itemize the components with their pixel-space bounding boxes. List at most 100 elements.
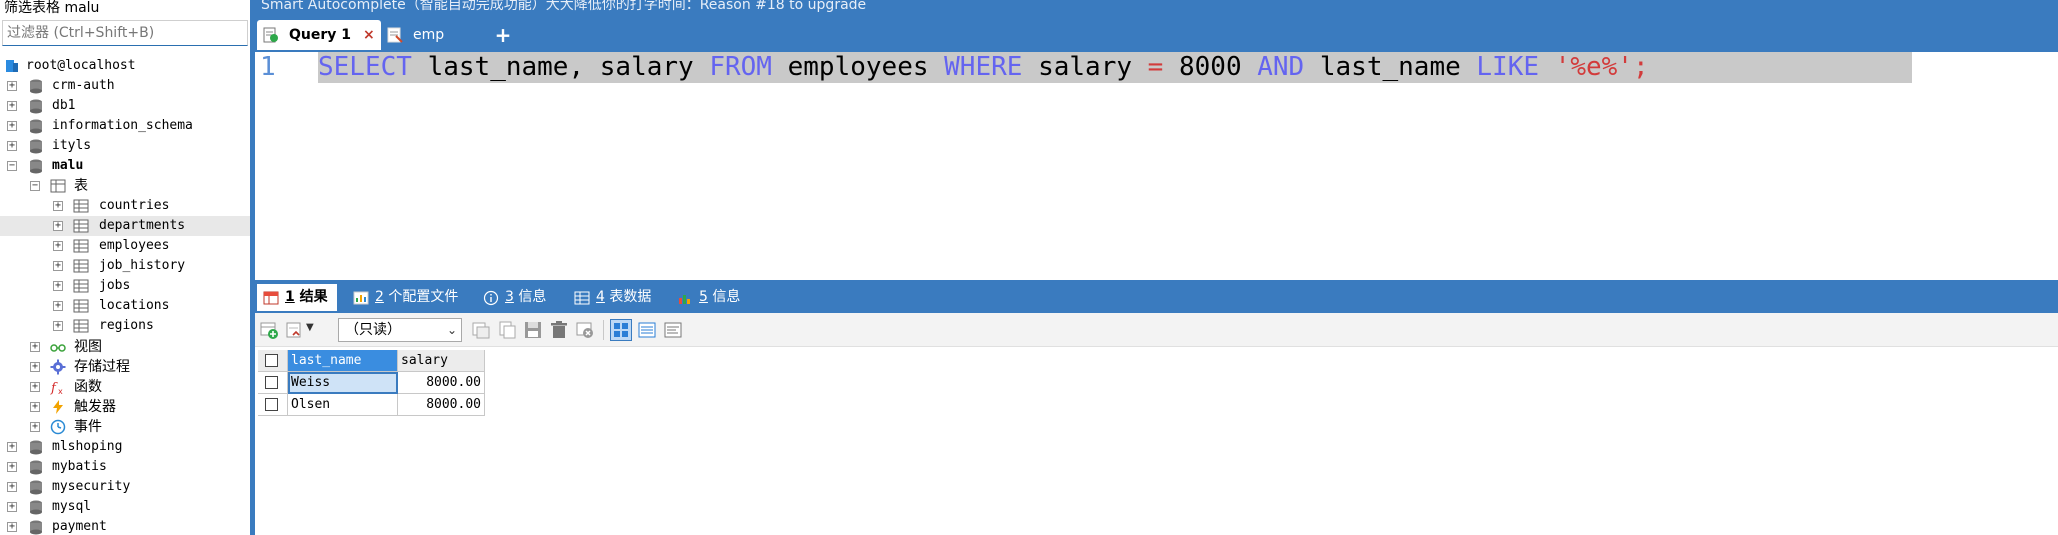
sql-space: [1539, 52, 1555, 82]
save-icon[interactable]: [523, 320, 543, 340]
select-all-checkbox[interactable]: [258, 350, 288, 372]
expand-icon[interactable]: +: [7, 462, 17, 472]
table-node-regions[interactable]: + regions: [0, 316, 250, 336]
add-tab-button[interactable]: +: [488, 20, 518, 50]
table-icon: [574, 291, 590, 305]
expand-icon[interactable]: +: [7, 141, 17, 151]
database-icon: [30, 500, 42, 515]
db-node-malu[interactable]: − malu: [0, 156, 250, 176]
db-node-payment[interactable]: + payment: [0, 517, 250, 535]
expand-icon[interactable]: +: [7, 121, 17, 131]
tab-label: emp: [413, 27, 445, 43]
table-icon: [73, 239, 89, 253]
db-node-mybatis[interactable]: + mybatis: [0, 457, 250, 477]
text-view-icon[interactable]: [663, 320, 683, 340]
form-view-icon[interactable]: [637, 320, 657, 340]
procedures-folder[interactable]: + 存储过程: [0, 357, 250, 377]
db-node-db1[interactable]: + db1: [0, 96, 250, 116]
duplicate-icon[interactable]: [497, 320, 517, 340]
tab-table-data[interactable]: 4 表数据: [568, 284, 668, 311]
filter-input[interactable]: 过滤器 (Ctrl+Shift+B): [2, 20, 248, 46]
grid-view-icon[interactable]: [610, 319, 632, 341]
table-cell[interactable]: 8000.00: [398, 394, 485, 416]
svg-text:f: f: [50, 381, 58, 395]
views-folder[interactable]: + 视图: [0, 337, 250, 357]
tab-label: 结果: [299, 289, 328, 305]
object-browser: 筛选表格 malu 过滤器 (Ctrl+Shift+B) root@localh…: [0, 0, 250, 535]
toolbar-separator: [603, 320, 604, 340]
expand-icon[interactable]: +: [30, 402, 40, 412]
expand-icon[interactable]: +: [30, 342, 40, 352]
db-node-mysql[interactable]: + mysql: [0, 497, 250, 517]
expand-icon[interactable]: +: [53, 261, 63, 271]
expand-icon[interactable]: +: [53, 221, 63, 231]
row-checkbox[interactable]: [258, 394, 288, 416]
table-cell[interactable]: Weiss: [288, 372, 398, 394]
table-cell[interactable]: 8000.00: [398, 372, 485, 394]
expand-icon[interactable]: +: [53, 281, 63, 291]
db-node-ityls[interactable]: + ityls: [0, 136, 250, 156]
db-node-mysecurity[interactable]: + mysecurity: [0, 477, 250, 497]
db-node-crm-auth[interactable]: + crm-auth: [0, 76, 250, 96]
table-node-departments[interactable]: + departments: [0, 216, 250, 236]
tab-query-1[interactable]: Query 1 ×: [257, 20, 381, 50]
close-icon[interactable]: ×: [363, 20, 375, 50]
chevron-down-icon[interactable]: ▼: [306, 322, 314, 333]
expand-icon[interactable]: +: [7, 81, 17, 91]
tab-profiles[interactable]: 2 个配置文件: [347, 284, 458, 311]
db-node-information-schema[interactable]: + information_schema: [0, 116, 250, 136]
tab-info[interactable]: 5 信息: [671, 284, 751, 311]
tab-messages[interactable]: 3 信息: [477, 284, 553, 311]
expand-icon[interactable]: +: [7, 101, 17, 111]
expand-icon[interactable]: +: [30, 362, 40, 372]
expand-icon[interactable]: +: [7, 442, 17, 452]
add-row-icon[interactable]: [259, 320, 279, 340]
checkbox[interactable]: [265, 354, 278, 367]
checkbox[interactable]: [265, 398, 278, 411]
table-node-job-history[interactable]: + job_history: [0, 256, 250, 276]
db-node-mlshoping[interactable]: + mlshoping: [0, 437, 250, 457]
sql-editor[interactable]: 1 SELECT last_name, salary FROM employee…: [255, 52, 2058, 280]
connection-node[interactable]: root@localhost: [0, 56, 250, 76]
cancel-changes-icon[interactable]: [575, 320, 595, 340]
functions-folder[interactable]: + fx 函数: [0, 377, 250, 397]
column-header-last-name[interactable]: last_name: [288, 350, 398, 372]
expand-icon[interactable]: +: [53, 301, 63, 311]
tab-emp[interactable]: emp: [385, 20, 465, 50]
table-cell[interactable]: Olsen: [288, 394, 398, 416]
expand-icon[interactable]: +: [7, 482, 17, 492]
expand-icon[interactable]: +: [30, 422, 40, 432]
export-icon[interactable]: [285, 320, 305, 340]
table-icon: [73, 199, 89, 213]
table-icon: [73, 299, 89, 313]
table-label: countries: [99, 198, 170, 213]
sql-keyword: FROM: [709, 52, 772, 82]
table-node-locations[interactable]: + locations: [0, 296, 250, 316]
expand-icon[interactable]: +: [7, 522, 17, 532]
table-node-countries[interactable]: + countries: [0, 196, 250, 216]
table-node-employees[interactable]: + employees: [0, 236, 250, 256]
events-folder[interactable]: + 事件: [0, 417, 250, 437]
collapse-icon[interactable]: −: [7, 161, 17, 171]
expand-icon[interactable]: +: [30, 382, 40, 392]
delete-icon[interactable]: [549, 320, 569, 340]
table-node-jobs[interactable]: + jobs: [0, 276, 250, 296]
expand-icon[interactable]: +: [53, 201, 63, 211]
collapse-icon[interactable]: −: [30, 181, 40, 191]
tab-results[interactable]: 1 结果: [257, 284, 337, 311]
read-only-select[interactable]: （只读） ⌄: [338, 318, 462, 342]
tab-number: 4: [596, 289, 605, 305]
triggers-folder[interactable]: + 触发器: [0, 397, 250, 417]
upgrade-promo[interactable]: Smart Autocomplete（智能自动完成功能）大大降低你的打字时间：R…: [261, 0, 866, 13]
expand-icon[interactable]: +: [7, 502, 17, 512]
checkbox[interactable]: [265, 376, 278, 389]
tables-folder[interactable]: − 表: [0, 176, 250, 196]
column-header-salary[interactable]: salary: [398, 350, 485, 372]
table-icon: [73, 219, 89, 233]
expand-icon[interactable]: +: [53, 321, 63, 331]
code-line[interactable]: SELECT last_name, salary FROM employees …: [318, 52, 1912, 83]
row-checkbox[interactable]: [258, 372, 288, 394]
expand-icon[interactable]: +: [53, 241, 63, 251]
copy-row-icon[interactable]: [471, 320, 491, 340]
sql-terminator: ;: [1632, 52, 1649, 82]
